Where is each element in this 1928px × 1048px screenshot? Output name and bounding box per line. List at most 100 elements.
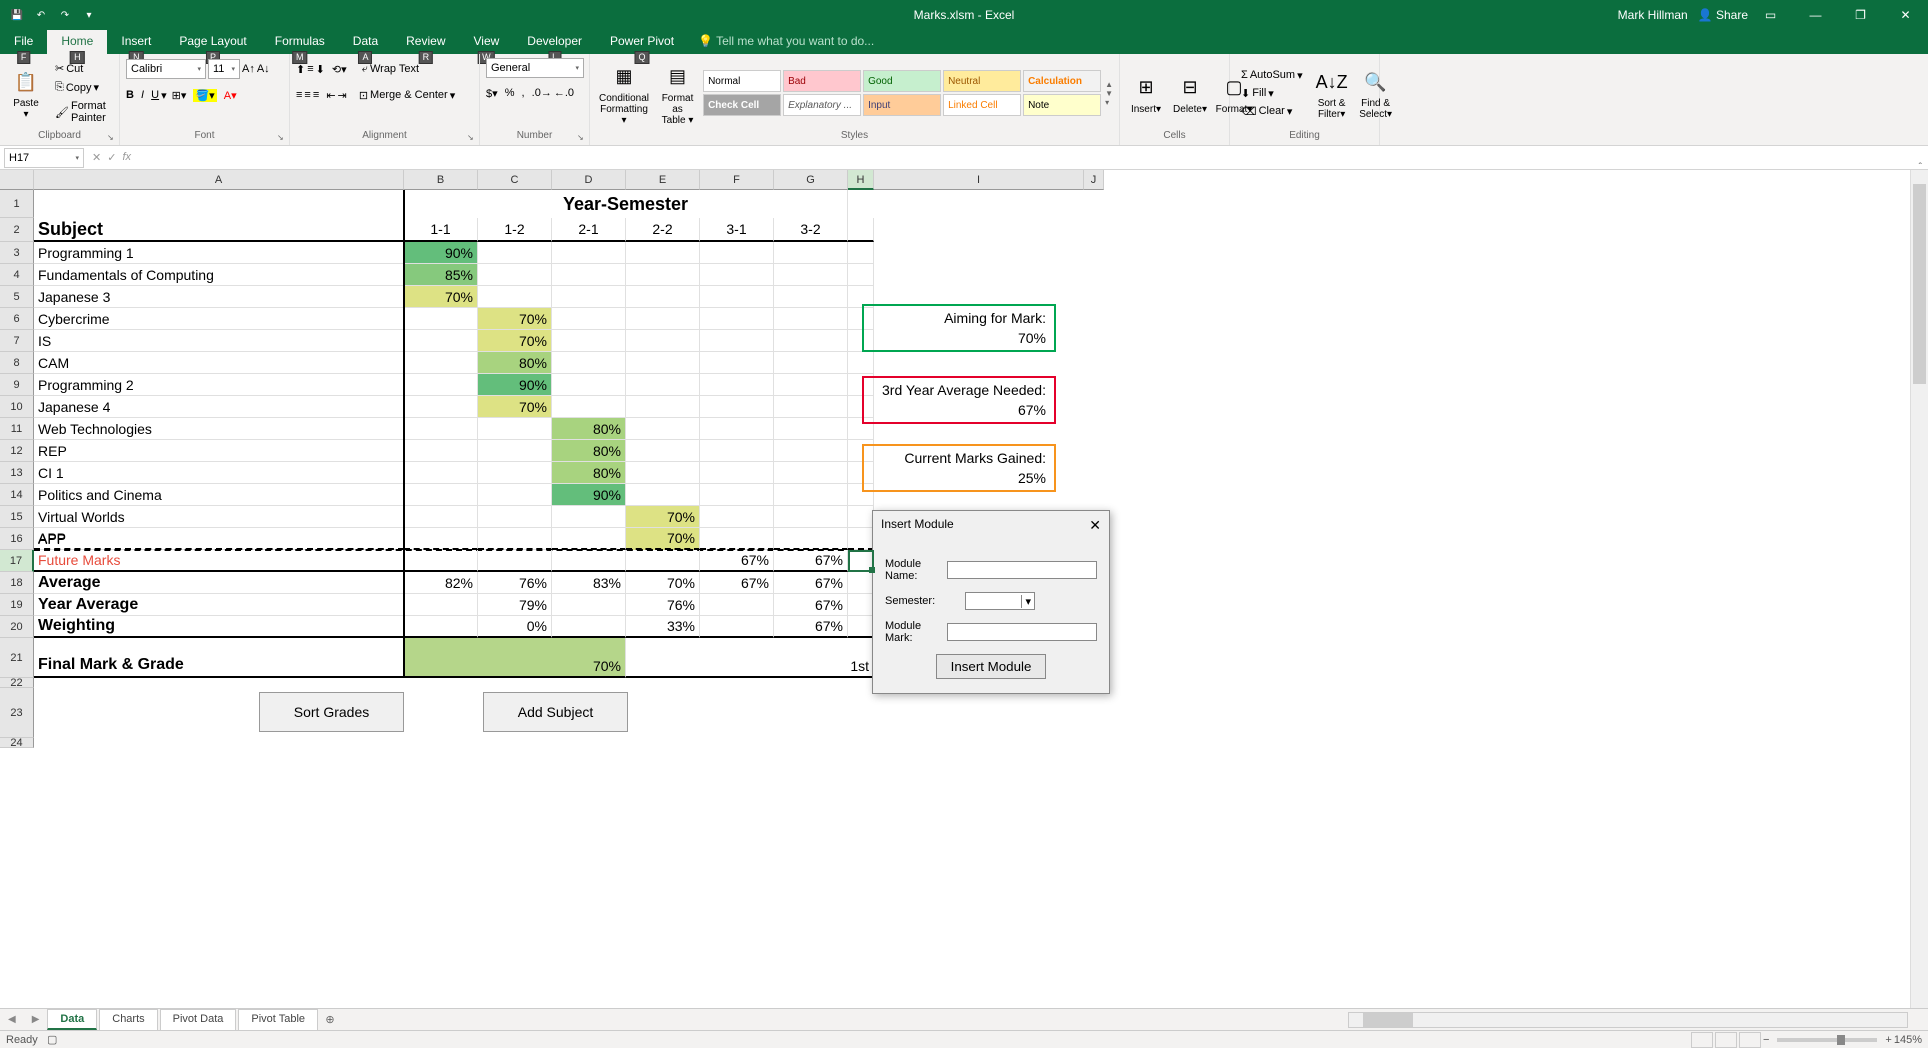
row-header-7[interactable]: 7 (0, 330, 34, 352)
save-icon[interactable]: 💾 (6, 4, 28, 26)
zoom-slider[interactable] (1777, 1038, 1877, 1042)
mark-cell[interactable] (478, 286, 552, 308)
row-header-16[interactable]: 16 (0, 528, 34, 550)
mark-cell[interactable] (626, 330, 700, 352)
mark-cell[interactable] (552, 506, 626, 528)
add-sheet-icon[interactable]: ⊕ (320, 1013, 340, 1026)
paste-button[interactable]: 📋Paste ▾ (6, 64, 46, 122)
font-launcher-icon[interactable]: ↘ (277, 133, 287, 143)
row-header-22[interactable]: 22 (0, 678, 34, 688)
subject-name[interactable]: Cybercrime (34, 308, 404, 330)
page-layout-view-icon[interactable] (1715, 1032, 1737, 1048)
align-bottom-icon[interactable]: ⬇ (316, 63, 325, 76)
subject-name[interactable]: Programming 1 (34, 242, 404, 264)
final-label[interactable]: Final Mark & Grade (34, 638, 404, 678)
mark-cell[interactable] (626, 374, 700, 396)
mark-cell[interactable]: 80% (552, 462, 626, 484)
mark-cell[interactable] (404, 418, 478, 440)
cell[interactable]: 70% (626, 528, 700, 550)
mark-cell[interactable] (478, 418, 552, 440)
mark-cell[interactable] (404, 374, 478, 396)
col-header-B[interactable]: B (404, 170, 478, 190)
mark-cell[interactable] (774, 462, 848, 484)
cell[interactable] (848, 528, 874, 550)
zoom-in-icon[interactable]: + (1885, 1034, 1891, 1046)
font-name-combo[interactable]: Calibri▾ (126, 59, 206, 79)
normal-view-icon[interactable] (1691, 1032, 1713, 1048)
average-label[interactable]: Average (34, 572, 404, 594)
cell[interactable]: APP (34, 528, 404, 550)
mark-cell[interactable] (774, 242, 848, 264)
decrease-decimal-icon[interactable]: ←.0 (554, 87, 574, 99)
mark-cell[interactable] (404, 484, 478, 506)
sheet-nav-next-icon[interactable]: ▶ (24, 1014, 48, 1025)
style-good[interactable]: Good (863, 70, 941, 92)
tab-power-pivot[interactable]: Power PivotQ (596, 30, 688, 54)
fill-button[interactable]: ⬇ Fill ▾ (1236, 85, 1308, 102)
mark-cell[interactable] (626, 264, 700, 286)
mark-cell[interactable]: 80% (552, 440, 626, 462)
future-marks-label[interactable]: Future Marks (34, 550, 404, 572)
mark-cell[interactable] (774, 286, 848, 308)
alignment-launcher-icon[interactable]: ↘ (467, 133, 477, 143)
mark-cell[interactable]: 90% (478, 374, 552, 396)
macro-record-icon[interactable]: ▢ (47, 1034, 57, 1046)
clipboard-launcher-icon[interactable]: ↘ (107, 133, 117, 143)
accounting-icon[interactable]: $▾ (486, 87, 498, 100)
year-semester-header[interactable]: Year-Semester (404, 190, 848, 218)
cell[interactable] (552, 550, 626, 572)
mark-cell[interactable] (626, 286, 700, 308)
mark-cell[interactable] (552, 330, 626, 352)
cell[interactable]: 67% (774, 594, 848, 616)
enter-formula-icon[interactable]: ✓ (107, 151, 116, 164)
row-header-14[interactable]: 14 (0, 484, 34, 506)
conditional-formatting-button[interactable]: ▦Conditional Formatting ▾ (596, 59, 652, 128)
font-color-button[interactable]: A▾ (224, 89, 237, 102)
cell[interactable]: 76% (626, 594, 700, 616)
undo-icon[interactable]: ↶ (30, 4, 52, 26)
minimize-icon[interactable]: — (1793, 0, 1838, 30)
mark-cell[interactable] (404, 506, 478, 528)
mark-cell[interactable] (774, 330, 848, 352)
clear-button[interactable]: ⌫ Clear ▾ (1236, 103, 1308, 120)
future-g[interactable]: 67% (774, 550, 848, 572)
mark-cell[interactable]: 70% (478, 396, 552, 418)
row-header-6[interactable]: 6 (0, 308, 34, 330)
avg-val[interactable]: 76% (478, 572, 552, 594)
subject-name[interactable]: CAM (34, 352, 404, 374)
mark-cell[interactable]: 80% (552, 418, 626, 440)
subject-name[interactable]: Virtual Worlds (34, 506, 404, 528)
maximize-icon[interactable]: ❐ (1838, 0, 1883, 30)
macro-button-sort-grades[interactable]: Sort Grades (259, 692, 404, 732)
mark-cell[interactable] (700, 418, 774, 440)
mark-cell[interactable] (552, 308, 626, 330)
border-button[interactable]: ⊞▾ (172, 89, 187, 102)
sem-label[interactable]: 3-1 (700, 218, 774, 242)
cell[interactable] (478, 528, 552, 550)
mark-cell[interactable]: 90% (404, 242, 478, 264)
mark-cell[interactable] (700, 374, 774, 396)
sem-label[interactable]: 2-2 (626, 218, 700, 242)
mark-cell[interactable] (774, 484, 848, 506)
mark-cell[interactable] (404, 330, 478, 352)
row-header-10[interactable]: 10 (0, 396, 34, 418)
page-break-view-icon[interactable] (1739, 1032, 1761, 1048)
row-header-19[interactable]: 19 (0, 594, 34, 616)
zoom-level[interactable]: 145% (1894, 1034, 1922, 1046)
grow-font-icon[interactable]: A↑ (242, 63, 255, 75)
indent-inc-icon[interactable]: ⇥ (338, 89, 347, 102)
mark-cell[interactable] (774, 264, 848, 286)
sem-label[interactable]: 2-1 (552, 218, 626, 242)
row-header-2[interactable]: 2 (0, 218, 34, 242)
subject-name[interactable]: Fundamentals of Computing (34, 264, 404, 286)
mark-cell[interactable] (700, 440, 774, 462)
cut-button[interactable]: ✂ Cut (50, 60, 113, 77)
cell[interactable] (404, 594, 478, 616)
copy-button[interactable]: ⎘ Copy ▾ (50, 79, 113, 96)
mark-cell[interactable] (626, 418, 700, 440)
sheet-tab-pivot-data[interactable]: Pivot Data (160, 1009, 237, 1030)
row-header-20[interactable]: 20 (0, 616, 34, 638)
col-header-C[interactable]: C (478, 170, 552, 190)
cell[interactable] (848, 616, 874, 638)
fx-icon[interactable]: fx (122, 151, 131, 164)
